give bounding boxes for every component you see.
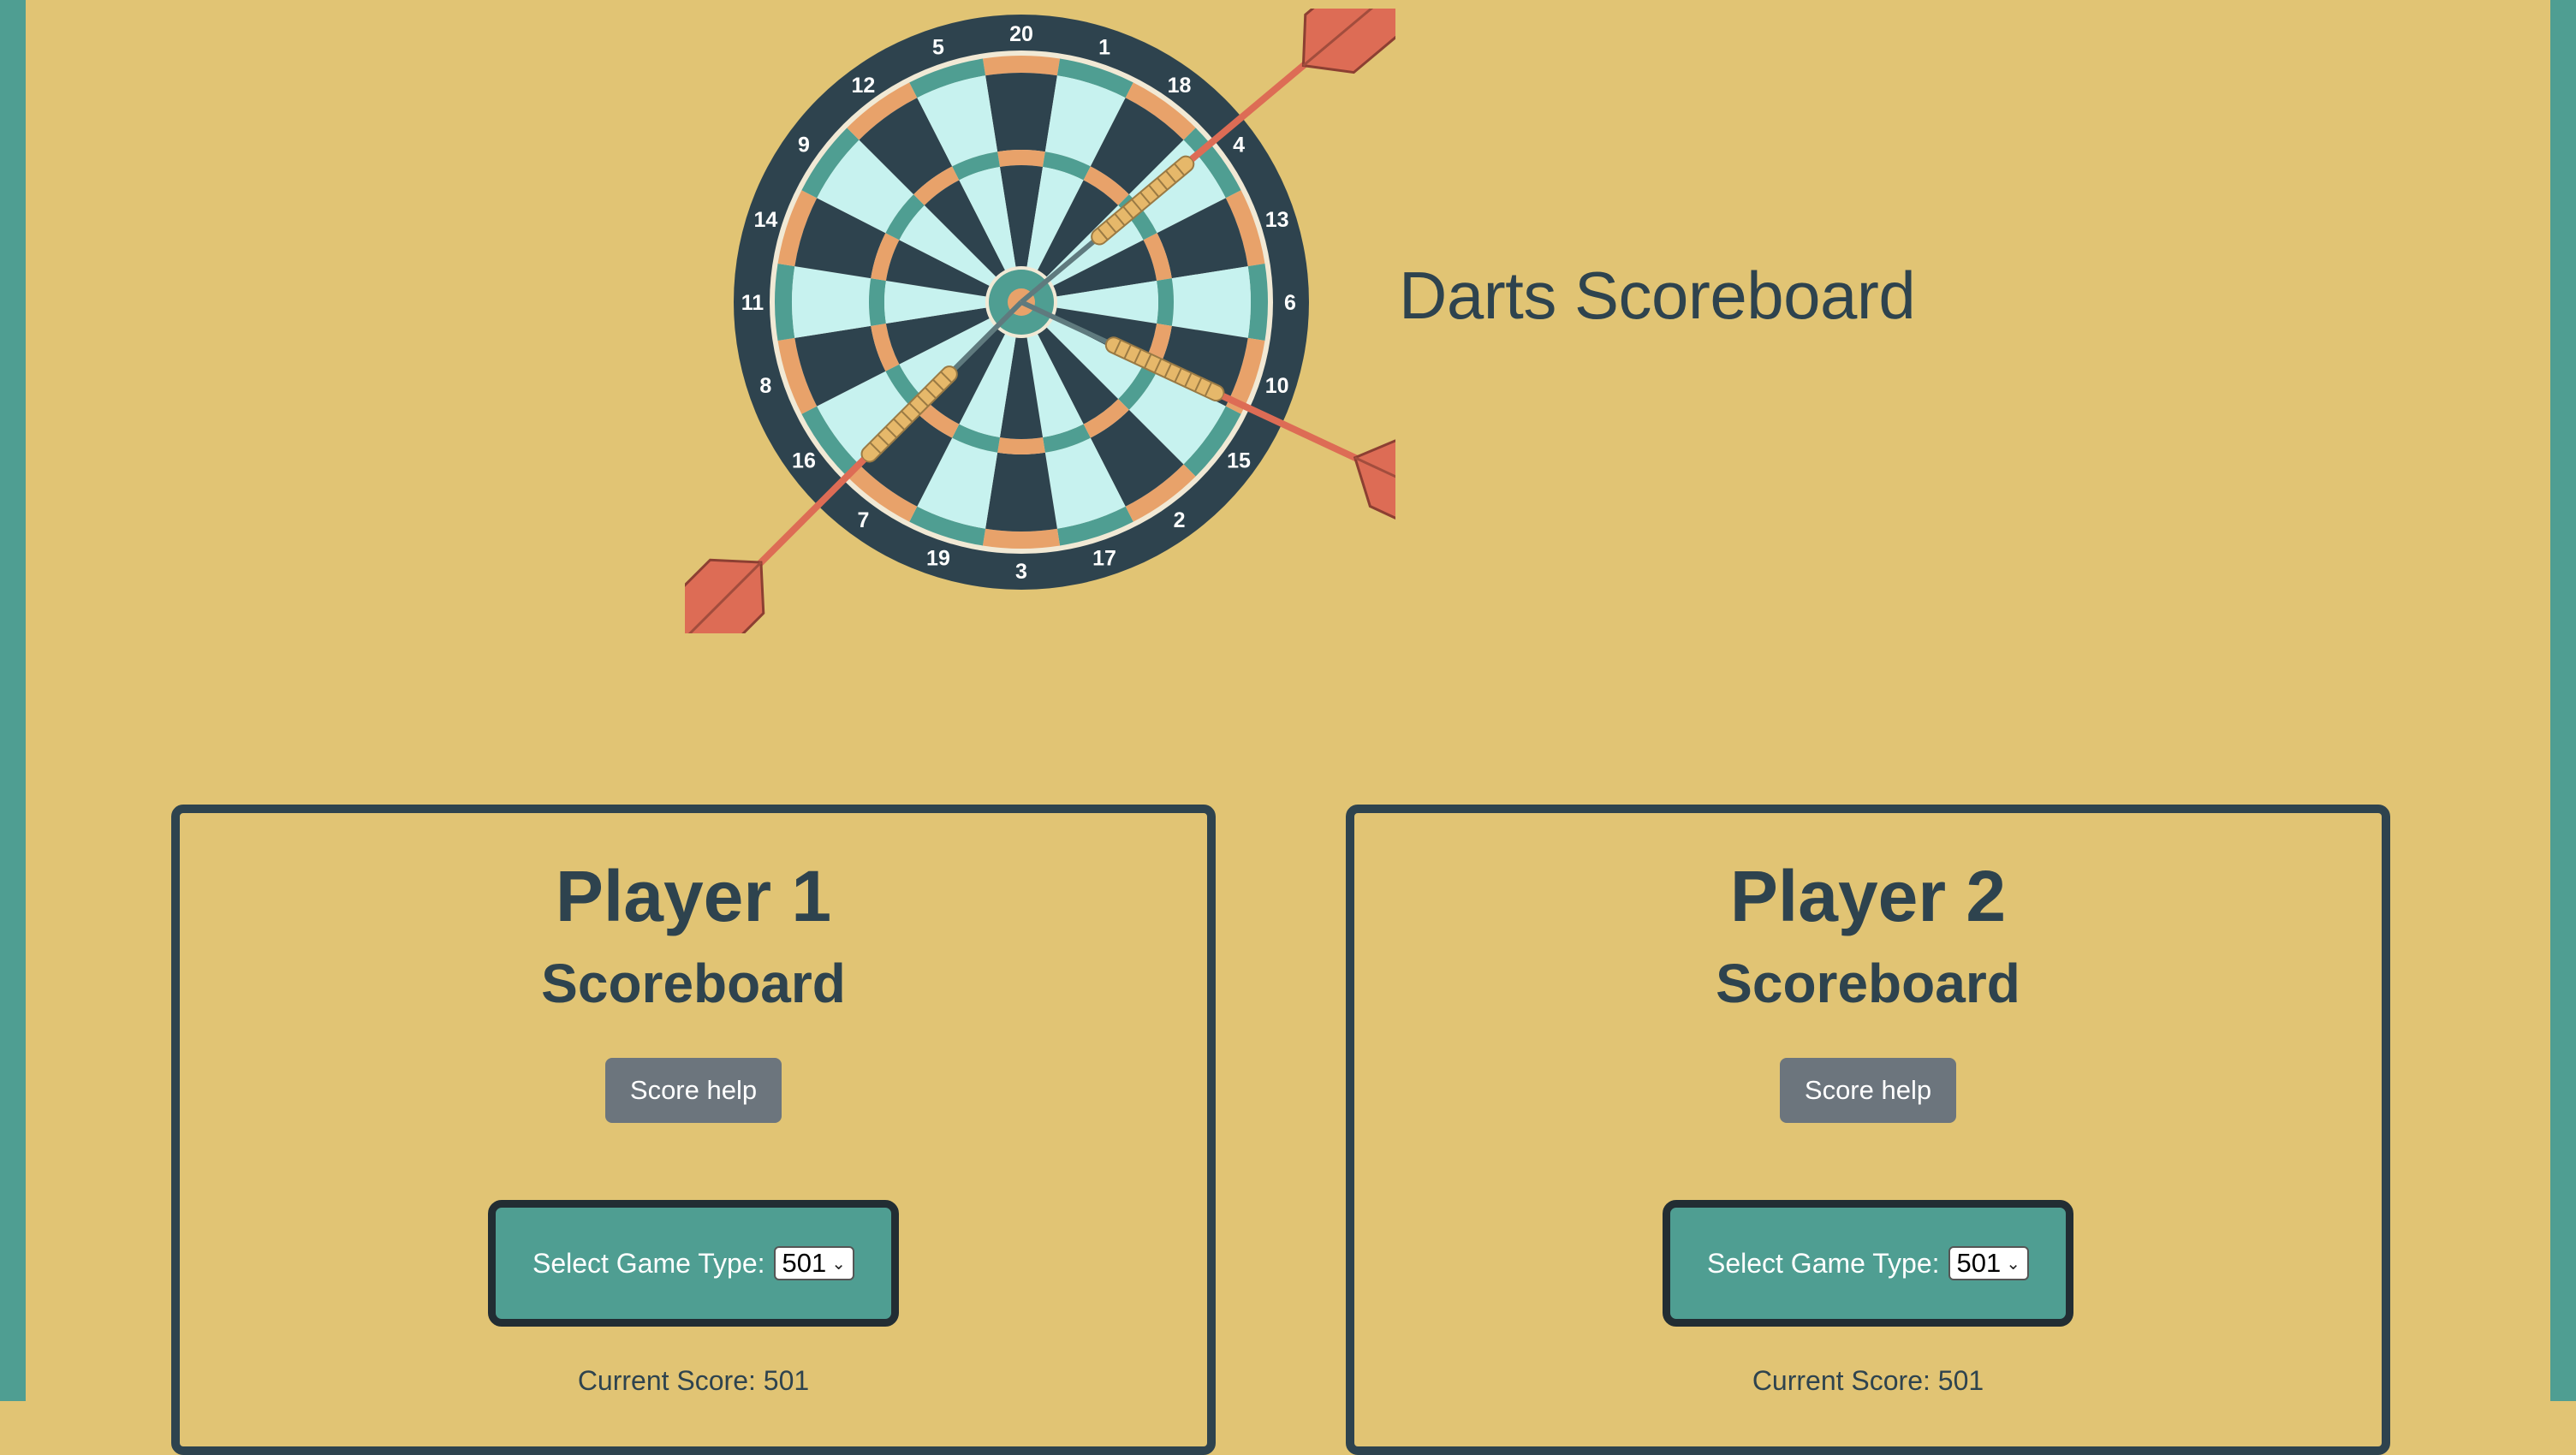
game-type-label: Select Game Type: [532,1247,765,1279]
page-title: Darts Scoreboard [1399,258,1916,333]
dartboard-logo: 20 1 18 4 13 6 10 15 2 17 3 19 7 16 8 11 14 9 12 5 [685,9,1395,633]
game-type-select[interactable]: 501 ⌄ [1948,1246,2030,1280]
board-number-label: 7 [857,508,869,532]
board-number-label: 12 [852,74,876,98]
board-number-label: 14 [753,208,777,232]
board-number-label: 11 [741,291,764,315]
board-number-label: 8 [759,374,771,398]
chevron-down-icon: ⌄ [831,1254,847,1274]
game-type-panel: Select Game Type: 501 ⌄ [488,1200,899,1327]
score-help-button[interactable]: Score help [1780,1058,1956,1123]
scoreboard-heading: Scoreboard [541,953,846,1014]
game-type-value: 501 [782,1248,827,1278]
score-help-button[interactable]: Score help [605,1058,782,1123]
board-number-label: 4 [1233,133,1245,157]
left-edge-bar [0,0,26,1401]
player-name: Player 1 [555,856,832,936]
player-2-card: Player 2 Scoreboard Score help Select Ga… [1346,805,2390,1455]
board-number-label: 15 [1227,449,1251,473]
board-number-label: 10 [1265,374,1289,398]
board-number-label: 19 [926,547,950,571]
board-number-label: 13 [1265,208,1289,232]
board-number-label: 1 [1098,35,1110,59]
board-number-label: 16 [792,449,816,473]
game-type-label: Select Game Type: [1706,1247,1940,1279]
board-number-label: 9 [798,133,810,157]
board-number-label: 2 [1174,508,1186,532]
player-name: Player 2 [1729,856,2007,936]
right-edge-bar [2550,0,2576,1401]
board-number-label: 3 [1015,560,1027,584]
current-score: Current Score: 501 [1752,1365,1984,1396]
board-number-label: 18 [1168,74,1192,98]
chevron-down-icon: ⌄ [2006,1254,2021,1274]
game-type-value: 501 [1956,1248,2002,1278]
board-number-label: 17 [1092,547,1116,571]
game-type-select[interactable]: 501 ⌄ [773,1246,855,1280]
player-1-card: Player 1 Scoreboard Score help Select Ga… [171,805,1216,1455]
board-number-label: 6 [1284,291,1296,315]
board-number-label: 5 [932,35,944,59]
current-score: Current Score: 501 [577,1365,810,1396]
scoreboard-heading: Scoreboard [1716,953,2020,1014]
board-number-label: 20 [1009,22,1033,46]
game-type-panel: Select Game Type: 501 ⌄ [1663,1200,2073,1327]
